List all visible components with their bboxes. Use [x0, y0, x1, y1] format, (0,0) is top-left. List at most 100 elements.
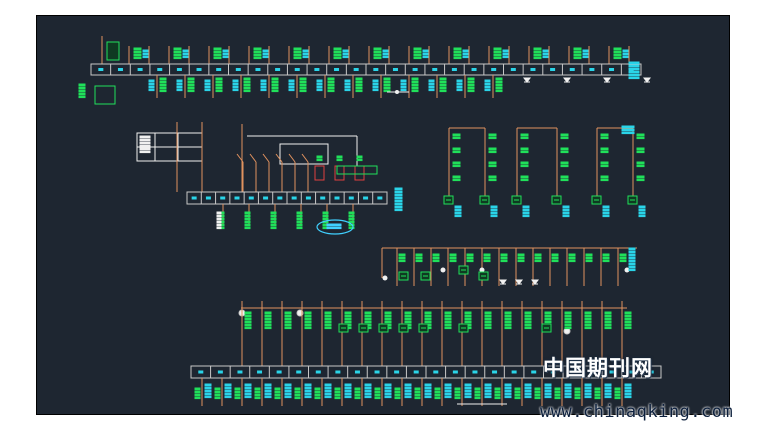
label-mark: [600, 161, 609, 165]
label-mark: [262, 49, 269, 53]
label-mark: [554, 393, 561, 397]
label-mark: [214, 396, 221, 400]
label-mark: [327, 77, 335, 81]
label-mark: [434, 390, 441, 394]
label-mark: [414, 387, 421, 391]
label-mark: [424, 314, 432, 318]
label-mark: [133, 53, 142, 57]
label-mark: [304, 317, 312, 321]
label-mark: [454, 205, 462, 209]
label-mark: [624, 314, 632, 318]
label-mark: [327, 89, 335, 93]
label-mark: [324, 386, 332, 390]
label-mark: [484, 85, 491, 89]
label-mark: [244, 317, 252, 321]
label-mark: [374, 387, 381, 391]
label-mark: [621, 125, 635, 129]
label-mark: [182, 52, 189, 56]
terminal-number: [196, 68, 202, 71]
label-mark: [264, 389, 272, 393]
terminal-number: [137, 68, 143, 71]
label-mark: [254, 390, 261, 394]
label-mark: [584, 311, 592, 315]
label-mark: [244, 223, 251, 227]
label-mark: [264, 311, 272, 315]
label-mark: [614, 387, 621, 391]
label-mark: [173, 47, 182, 51]
label-mark: [524, 389, 532, 393]
label-mark: [327, 80, 335, 84]
label-mark: [173, 53, 182, 57]
terminal-number: [335, 370, 341, 374]
label-mark: [494, 387, 501, 391]
label-mark: [224, 383, 232, 387]
label-mark: [373, 53, 382, 57]
label-mark: [260, 79, 267, 83]
terminal-number: [205, 196, 211, 200]
label-mark: [560, 178, 569, 182]
label-mark: [394, 393, 401, 397]
label-mark: [602, 253, 610, 257]
label-mark: [439, 80, 447, 84]
label-mark: [520, 150, 529, 154]
label-mark: [293, 56, 302, 60]
label-mark: [474, 390, 481, 394]
label-mark: [159, 89, 167, 93]
terminal-number: [392, 68, 398, 71]
label-mark: [524, 311, 532, 315]
label-mark: [542, 49, 549, 53]
label-mark: [520, 133, 529, 137]
label-mark: [524, 317, 532, 321]
label-mark: [284, 317, 292, 321]
label-mark: [414, 396, 421, 400]
label-mark: [404, 314, 412, 318]
label-mark: [215, 83, 223, 87]
fuse-icon: [334, 165, 345, 181]
label-mark: [522, 208, 530, 212]
terminal-number: [275, 68, 281, 71]
label-mark: [243, 83, 251, 87]
label-mark: [502, 49, 509, 53]
label-mark: [354, 390, 361, 394]
right-relay-panel: [443, 125, 646, 218]
label-mark: [495, 77, 503, 81]
label-mark: [336, 158, 343, 162]
label-mark: [454, 387, 461, 391]
label-mark: [628, 73, 640, 77]
label-mark: [520, 164, 529, 168]
label-mark: [398, 259, 406, 263]
terminal-number: [452, 370, 458, 374]
label-mark: [304, 392, 312, 396]
terminal-number: [377, 196, 383, 200]
label-mark: [414, 393, 421, 397]
label-mark: [400, 85, 407, 89]
label-mark: [464, 392, 472, 396]
label-mark: [302, 55, 309, 59]
label-mark: [271, 86, 279, 90]
label-mark: [624, 323, 632, 327]
label-mark: [444, 311, 452, 315]
label-mark: [534, 256, 542, 260]
label-mark: [215, 89, 223, 93]
label-mark: [411, 80, 419, 84]
label-mark: [424, 317, 432, 321]
label-mark: [264, 323, 272, 327]
top-left-relay-box: [94, 85, 116, 105]
label-mark: [254, 393, 261, 397]
label-mark: [522, 205, 530, 209]
label-mark: [383, 80, 391, 84]
label-mark: [444, 386, 452, 390]
label-mark: [560, 164, 569, 168]
label-mark: [216, 217, 222, 221]
label-mark: [400, 79, 407, 83]
label-mark: [213, 47, 222, 51]
label-mark: [355, 77, 363, 81]
label-mark: [600, 178, 609, 182]
label-mark: [194, 393, 201, 397]
label-mark: [493, 53, 502, 57]
label-mark: [428, 82, 435, 86]
label-mark: [502, 55, 509, 59]
label-mark: [454, 393, 461, 397]
label-mark: [604, 320, 612, 324]
label-mark: [560, 161, 569, 165]
